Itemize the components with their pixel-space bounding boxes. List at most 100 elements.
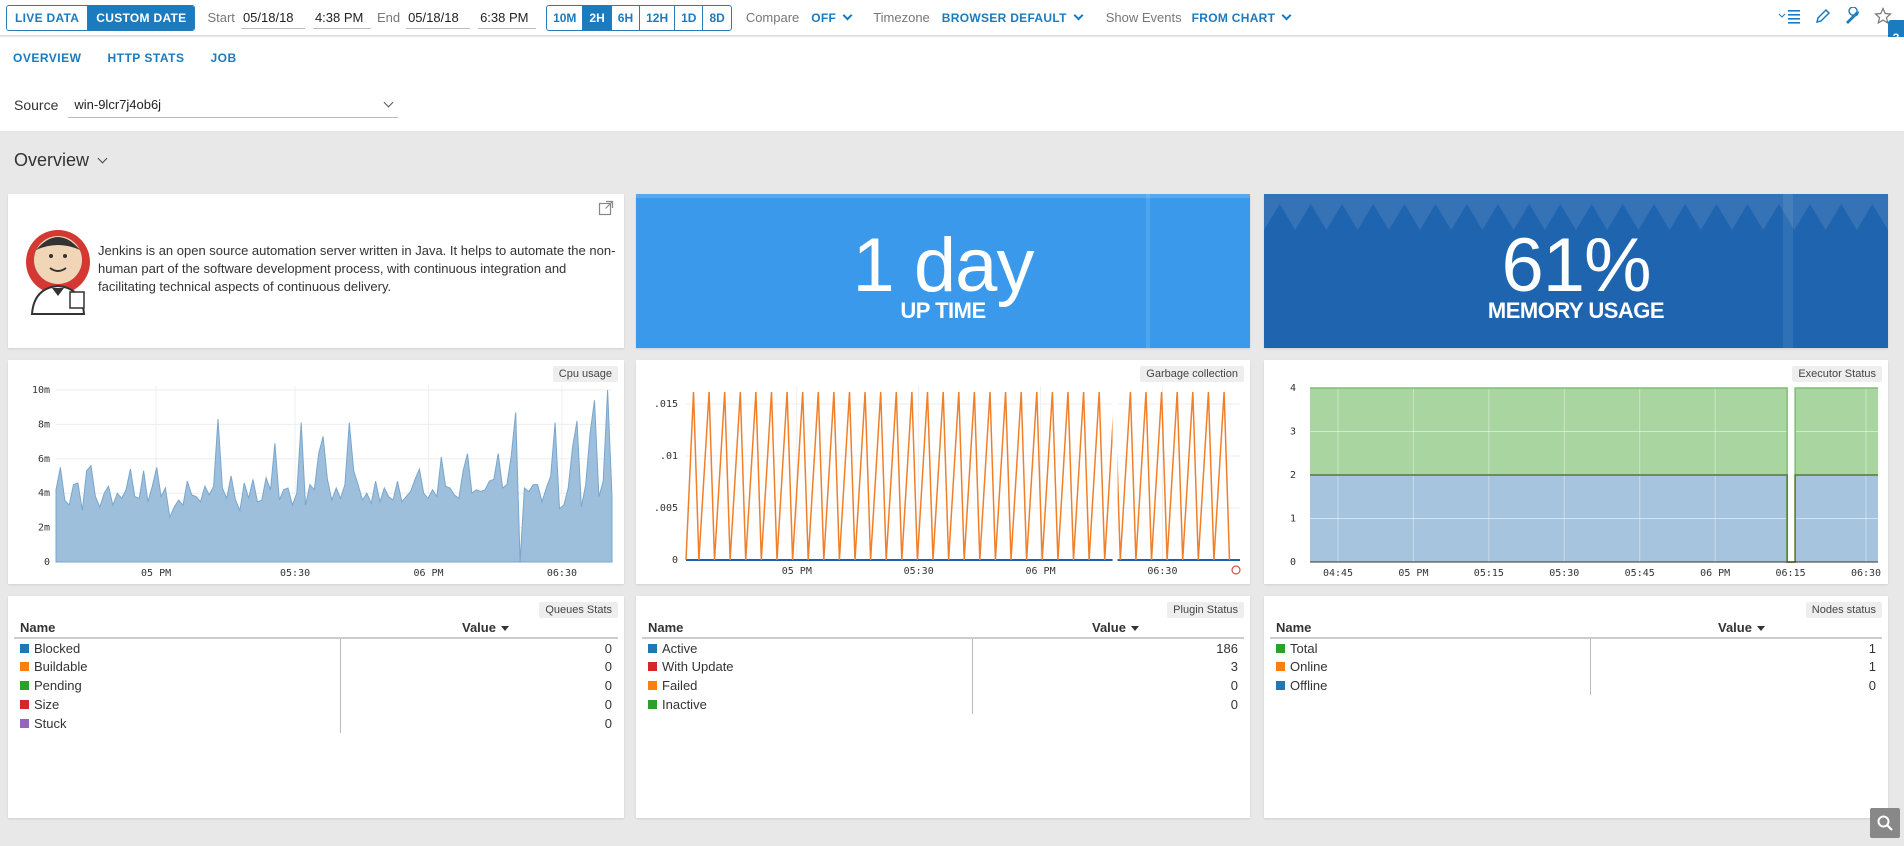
executor-x-tick: 06 PM [1700,568,1730,579]
end-time-input[interactable] [478,6,537,29]
row-label: Size [34,697,60,712]
range-1d-button[interactable]: 1D [674,5,702,30]
range-12h-button[interactable]: 12H [639,5,674,30]
row-value: 0 [971,695,1244,714]
search-button[interactable] [1870,808,1900,838]
row-name: Active [642,638,972,657]
row-value: 3 [971,657,1244,676]
cpu-usage-title: Cpu usage [552,366,618,382]
start-date-input[interactable] [240,6,305,29]
sort-desc-icon [500,626,509,631]
end-label: End [376,10,401,25]
row-value: 0 [339,676,618,695]
value-column-header[interactable]: Value [1590,618,1882,639]
garbage-collection-title: Garbage collection [1140,366,1244,382]
section-title: Overview [14,150,90,170]
executor-y-tick: 1 [1290,514,1296,525]
timezone-label: Timezone [873,10,930,25]
table-row: Buildable 0 [14,657,618,676]
value-header-label: Value [462,620,496,635]
value-column-header[interactable]: Value [340,618,618,639]
chevron-down-icon [842,10,853,21]
legend-swatch [1276,643,1285,653]
show-events-dropdown[interactable]: FROM CHART [1192,10,1292,25]
row-name: Inactive [642,695,972,714]
executor-y-tick: 3 [1290,427,1296,438]
row-label: Failed [662,678,698,693]
gc-x-tick: 05:30 [904,566,934,577]
legend-swatch [648,700,657,709]
list-menu-icon[interactable] [1778,7,1802,25]
table-row: Failed 0 [642,676,1244,695]
legend-swatch [648,643,657,653]
cpu-y-tick: 10m [32,385,50,396]
row-label: Pending [34,678,82,693]
table-row: Stuck 0 [14,714,618,733]
gc-y-tick: .015 [654,399,678,410]
timezone-dropdown[interactable]: BROWSER DEFAULT [941,10,1084,25]
memory-value: 61% [1501,223,1651,308]
value-column-header[interactable]: Value [972,618,1244,639]
executor-x-tick: 06:30 [1851,568,1881,579]
start-time-input[interactable] [312,6,371,29]
jenkins-description: Jenkins is an open source automation ser… [98,243,616,294]
row-name: Total [1270,638,1590,657]
cpu-y-tick: 2m [38,523,50,534]
name-column-header[interactable]: Name [642,618,972,639]
legend-swatch [20,662,29,671]
table-row: Blocked 0 [14,638,618,657]
value-header-label: Value [1718,620,1752,635]
source-select[interactable]: win-9lcr7j4ob6j [68,92,399,118]
custom-date-button[interactable]: CUSTOM DATE [87,5,195,30]
tab-http-stats[interactable]: HTTP STATS [107,51,184,65]
time-range-selector: 10M 2H 6H 12H 1D 8D [546,4,732,31]
compare-value: OFF [811,10,837,25]
plugin-status-title: Plugin Status [1167,602,1244,618]
external-link-icon[interactable] [598,200,614,216]
range-2h-button[interactable]: 2H [582,5,611,30]
row-value: 0 [339,695,618,714]
row-label: Active [662,640,698,656]
sort-desc-icon [1130,626,1139,631]
tab-job[interactable]: JOB [210,51,236,65]
row-value: 0 [1589,676,1882,695]
timezone-value: BROWSER DEFAULT [941,10,1067,25]
legend-swatch [20,681,29,690]
overview-section-toggle[interactable]: Overview [14,150,108,171]
name-column-header[interactable]: Name [14,618,340,639]
source-bar: Source win-9lcr7j4ob6j [0,79,1904,131]
cpu-y-tick: 6m [38,454,50,465]
memory-label: MEMORY USAGE [1487,298,1665,323]
row-value: 0 [339,714,618,733]
table-row: Pending 0 [14,676,618,695]
nodes-status-title: Nodes status [1805,602,1882,618]
name-column-header[interactable]: Name [1270,618,1590,639]
executor-x-tick: 05:45 [1625,568,1655,579]
tab-overview[interactable]: OVERVIEW [13,51,81,65]
nodes-status-table: Name Value Total 1 Online 1 Offline 0 [1270,618,1882,695]
table-row: Inactive 0 [642,695,1244,714]
compare-dropdown[interactable]: OFF [811,10,853,25]
row-value: 0 [339,638,618,657]
edit-pencil-icon[interactable] [1814,7,1832,25]
legend-swatch [20,719,29,728]
live-data-button[interactable]: LIVE DATA [7,5,88,30]
top-toolbar: LIVE DATA CUSTOM DATE Start End 10M 2H 6… [0,0,1904,36]
uptime-value: 1 day [852,223,1035,308]
cpu-x-tick: 05 PM [141,568,171,579]
toolbar-icons [1778,7,1892,25]
legend-swatch [1276,681,1285,690]
wrench-icon[interactable] [1844,7,1862,25]
chevron-down-icon [1281,10,1292,21]
row-name: Failed [642,676,972,695]
cpu-y-tick: 4m [38,488,50,499]
range-10m-button[interactable]: 10M [547,6,582,30]
end-date-input[interactable] [406,6,471,29]
row-name: Online [1270,657,1590,676]
value-header-label: Value [1092,620,1126,635]
chevron-down-icon [97,153,108,164]
plugin-status-table: Name Value Active 186 With Update 3 Failed 0 In… [642,618,1244,714]
cpu-y-tick: 8m [38,419,50,430]
range-6h-button[interactable]: 6H [610,5,639,30]
range-8d-button[interactable]: 8D [702,5,730,30]
